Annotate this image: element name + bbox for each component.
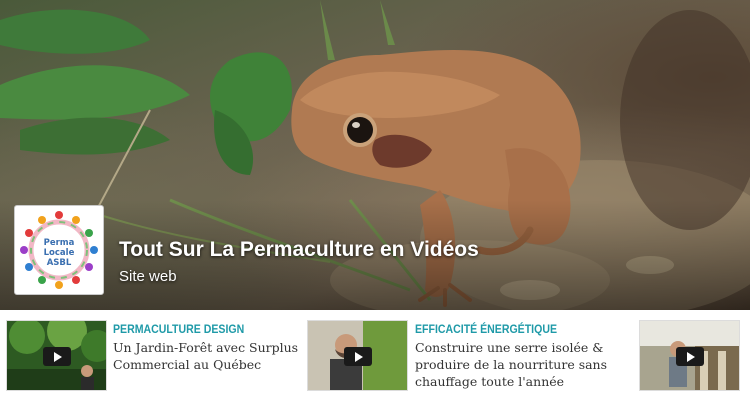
cover-photo[interactable]: Perma Locale ASBL Tout Sur La Permacultu…	[0, 0, 750, 310]
video-article-strip: PERMACULTURE DESIGN Un Jardin-Forêt avec…	[0, 310, 750, 400]
video-thumbnail[interactable]	[639, 320, 740, 391]
play-icon[interactable]	[42, 346, 71, 366]
page-title[interactable]: Tout Sur La Permaculture en Vidéos	[119, 238, 479, 262]
perma-locale-logo: Perma Locale ASBL	[18, 209, 100, 291]
article-category[interactable]: EFFICACITÉ ÉNERGÉTIQUE	[415, 322, 557, 336]
page-category: Site web	[119, 268, 177, 285]
article-title[interactable]: Un Jardin-Forêt avec Surplus Commercial …	[113, 339, 298, 373]
play-icon[interactable]	[675, 346, 704, 366]
avatar-text-line: ASBL	[46, 258, 72, 268]
video-thumbnail[interactable]	[6, 320, 107, 391]
article-title[interactable]: Construire une serre isolée & produire d…	[415, 339, 607, 390]
article-title-line: produire de la nourriture sans	[415, 357, 608, 372]
play-icon[interactable]	[343, 346, 372, 366]
article-title-line: Construire une serre isolée &	[415, 340, 604, 355]
video-thumbnail[interactable]	[307, 320, 408, 391]
article-category[interactable]: PERMACULTURE DESIGN	[113, 322, 244, 336]
avatar-text-line: Perma	[43, 238, 75, 248]
article-title-line: chauffage toute l'année	[415, 374, 565, 389]
avatar-text-line: Locale	[43, 248, 75, 258]
article-title-line: Un Jardin-Forêt avec Surplus	[113, 340, 299, 355]
article-title-line: Commercial au Québec	[113, 357, 262, 372]
page-avatar[interactable]: Perma Locale ASBL	[14, 205, 104, 295]
avatar-logo-text: Perma Locale ASBL	[18, 238, 100, 268]
